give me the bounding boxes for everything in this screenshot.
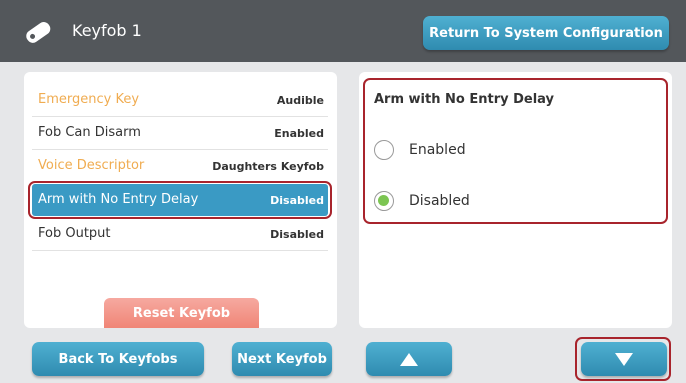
arrow-up-icon (400, 352, 418, 366)
option-label: Disabled (409, 193, 470, 209)
header-bar: Keyfob 1 Return To System Configuration (0, 0, 686, 62)
setting-row-fob-output[interactable]: Fob Output Disabled (32, 218, 328, 251)
page-title: Keyfob 1 (72, 21, 142, 40)
option-disabled[interactable]: Disabled (374, 188, 654, 216)
setting-row-voice-descriptor[interactable]: Voice Descriptor Daughters Keyfob (32, 150, 328, 183)
scroll-down-button[interactable] (581, 342, 667, 376)
setting-label: Emergency Key (38, 92, 140, 107)
return-to-system-configuration-button[interactable]: Return To System Configuration (423, 16, 669, 50)
setting-value: Enabled (274, 127, 324, 140)
reset-keyfob-button[interactable]: Reset Keyfob (104, 298, 259, 328)
setting-row-emergency-key[interactable]: Emergency Key Audible (32, 84, 328, 117)
setting-value: Daughters Keyfob (212, 160, 324, 173)
scroll-up-button[interactable] (366, 342, 452, 376)
setting-value: Audible (276, 94, 324, 107)
radio-enabled[interactable] (374, 140, 394, 160)
keyfob-icon (26, 21, 51, 43)
radio-disabled[interactable] (374, 191, 394, 211)
back-to-keyfobs-button[interactable]: Back To Keyfobs (32, 342, 204, 376)
setting-label: Fob Can Disarm (38, 125, 141, 140)
option-label: Enabled (409, 142, 466, 158)
setting-label: Voice Descriptor (38, 158, 145, 173)
setting-value: Disabled (270, 228, 324, 241)
detail-title: Arm with No Entry Delay (374, 92, 555, 107)
detail-panel: Arm with No Entry Delay Enabled Disabled (359, 72, 672, 328)
setting-row-fob-can-disarm[interactable]: Fob Can Disarm Enabled (32, 117, 328, 150)
arrow-down-icon (615, 352, 633, 366)
selection-highlight (28, 181, 332, 219)
option-enabled[interactable]: Enabled (374, 137, 654, 165)
setting-label: Fob Output (38, 226, 111, 241)
next-keyfob-button[interactable]: Next Keyfob (232, 342, 332, 376)
settings-list-panel: Emergency Key Audible Fob Can Disarm Ena… (24, 72, 337, 328)
